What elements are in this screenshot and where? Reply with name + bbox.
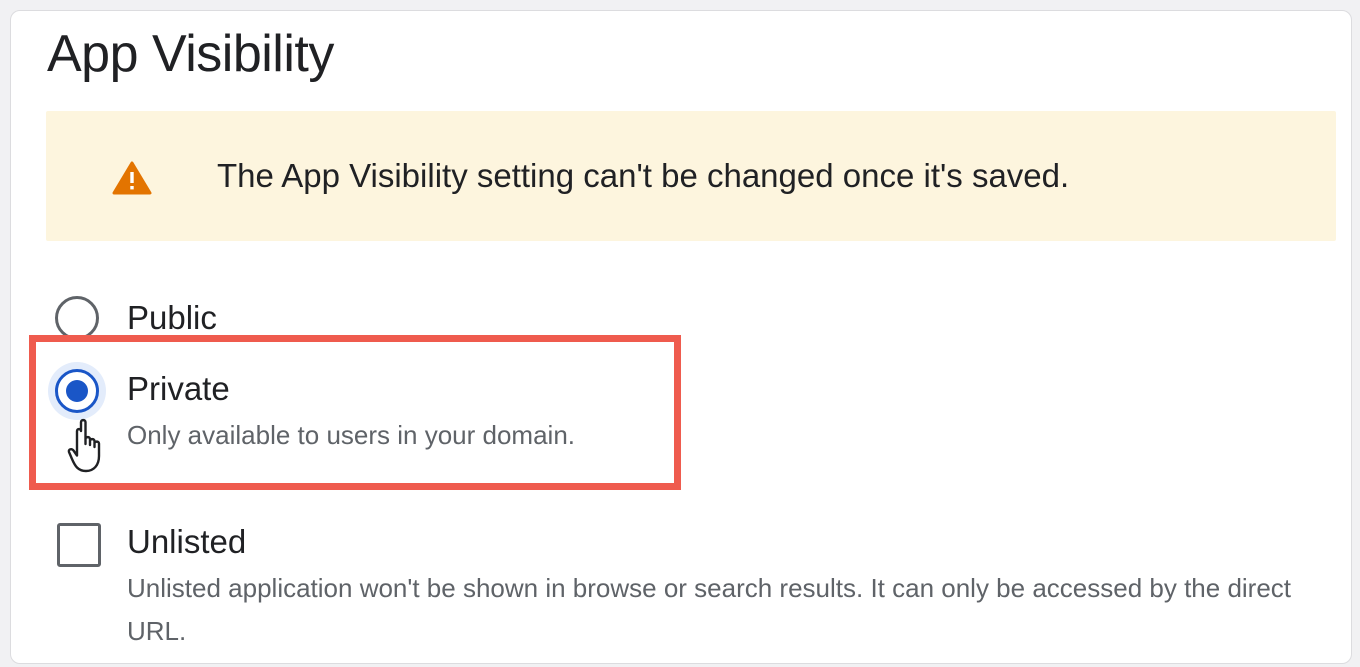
app-visibility-card: App Visibility The App Visibility settin… [10, 10, 1352, 664]
warning-message: The App Visibility setting can't be chan… [217, 157, 1070, 194]
public-radio[interactable] [55, 296, 99, 340]
section-title: App Visibility [47, 25, 334, 83]
private-option-highlight [29, 335, 681, 490]
unlisted-description: Unlisted application won't be shown in b… [127, 573, 1292, 646]
hand-pointer-icon [67, 418, 101, 473]
unlisted-label[interactable]: Unlisted [127, 523, 246, 561]
warning-icon [112, 161, 152, 195]
warning-banner: The App Visibility setting can't be chan… [46, 111, 1336, 241]
unlisted-checkbox[interactable] [57, 523, 101, 567]
public-label[interactable]: Public [127, 299, 217, 337]
